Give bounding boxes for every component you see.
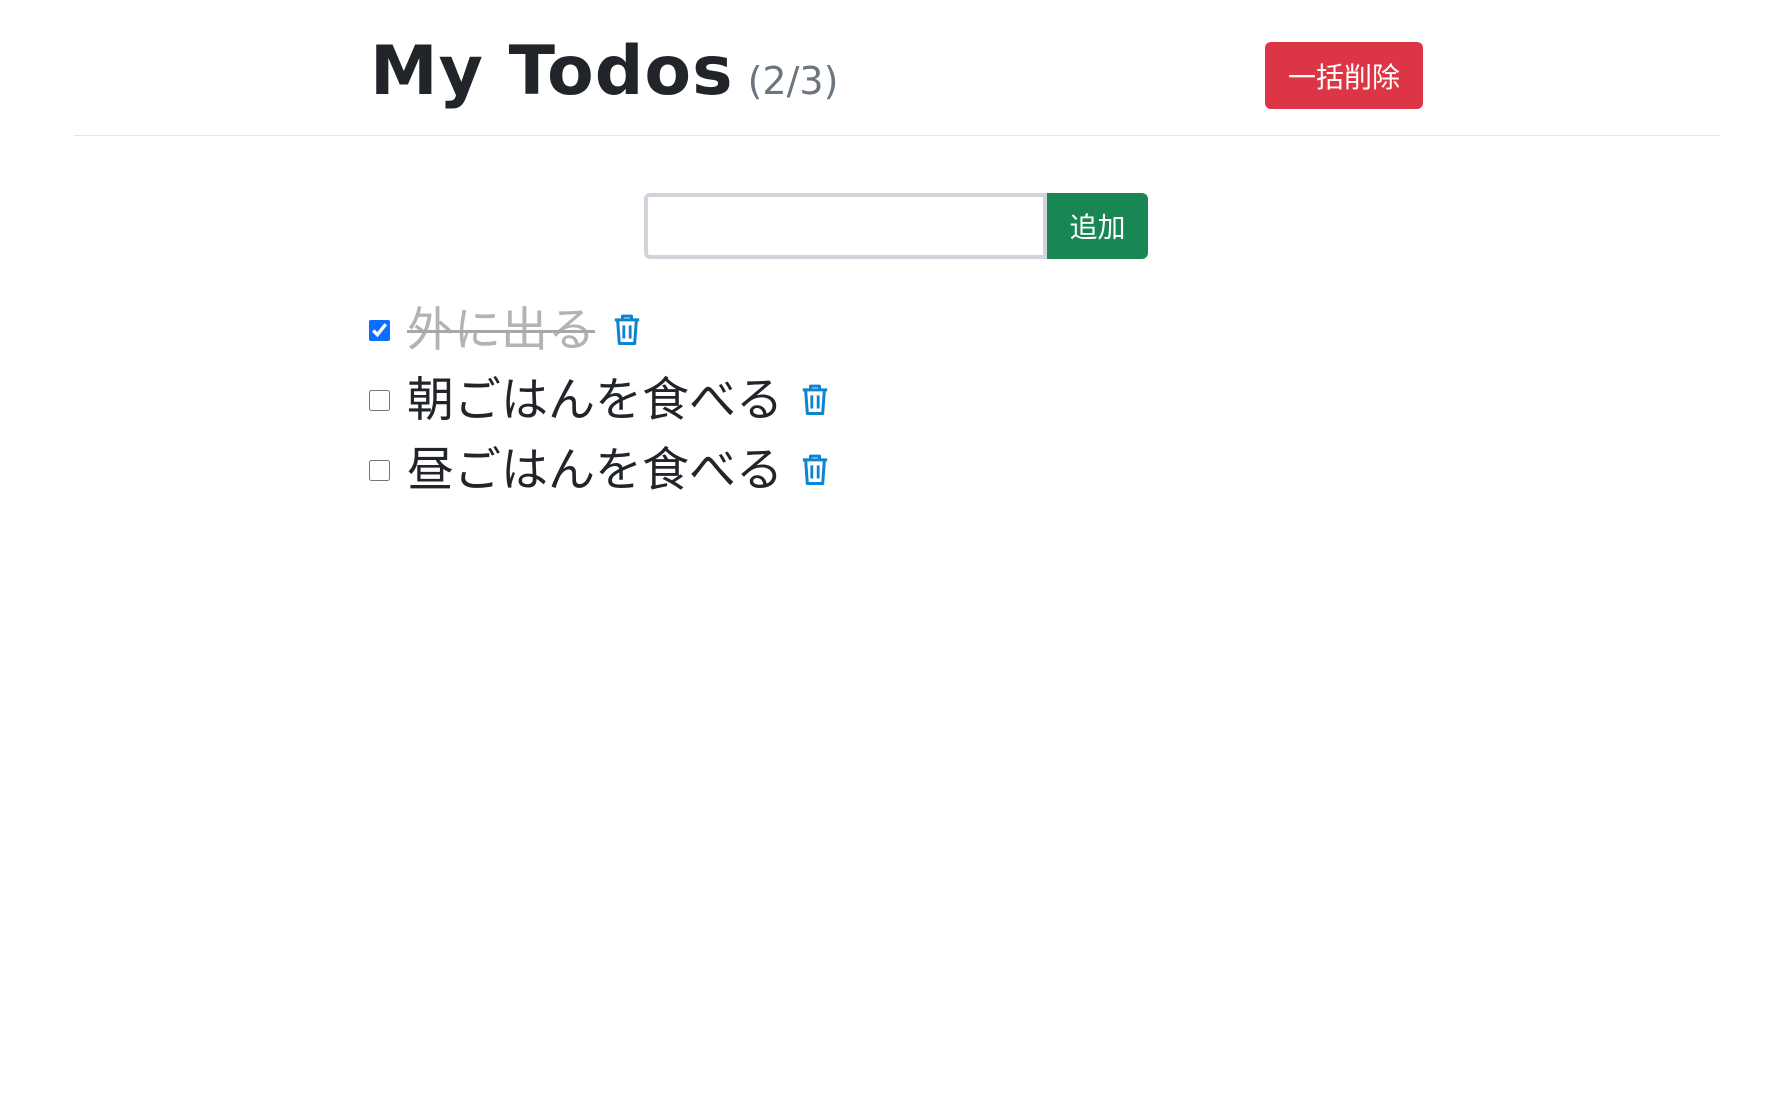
todo-item: 昼ごはんを食べる	[369, 435, 830, 505]
trash-icon[interactable]	[800, 383, 830, 417]
title-text: My Todos	[370, 32, 734, 111]
todo-checkbox[interactable]	[369, 459, 390, 481]
todo-text: 外に出る	[407, 302, 595, 358]
add-todo-form: 追加	[644, 193, 1148, 259]
todo-text: 昼ごはんを食べる	[407, 442, 783, 498]
trash-icon[interactable]	[612, 313, 642, 347]
todo-input[interactable]	[644, 193, 1047, 259]
page-title: My Todos (2/3)	[370, 38, 838, 106]
add-button[interactable]: 追加	[1047, 193, 1148, 259]
todo-item: 朝ごはんを食べる	[369, 365, 830, 435]
todo-text: 朝ごはんを食べる	[407, 372, 783, 428]
todo-checkbox[interactable]	[369, 319, 390, 341]
todo-item: 外に出る	[369, 295, 830, 365]
todo-list: 外に出る 朝ごはんを食べる 昼ごはんを食べる	[369, 295, 830, 505]
bulk-delete-button[interactable]: 一括削除	[1265, 42, 1423, 109]
todo-checkbox[interactable]	[369, 389, 390, 411]
todo-progress-count: (2/3)	[747, 59, 839, 103]
trash-icon[interactable]	[800, 453, 830, 487]
app-header: My Todos (2/3) 一括削除	[74, 0, 1720, 136]
